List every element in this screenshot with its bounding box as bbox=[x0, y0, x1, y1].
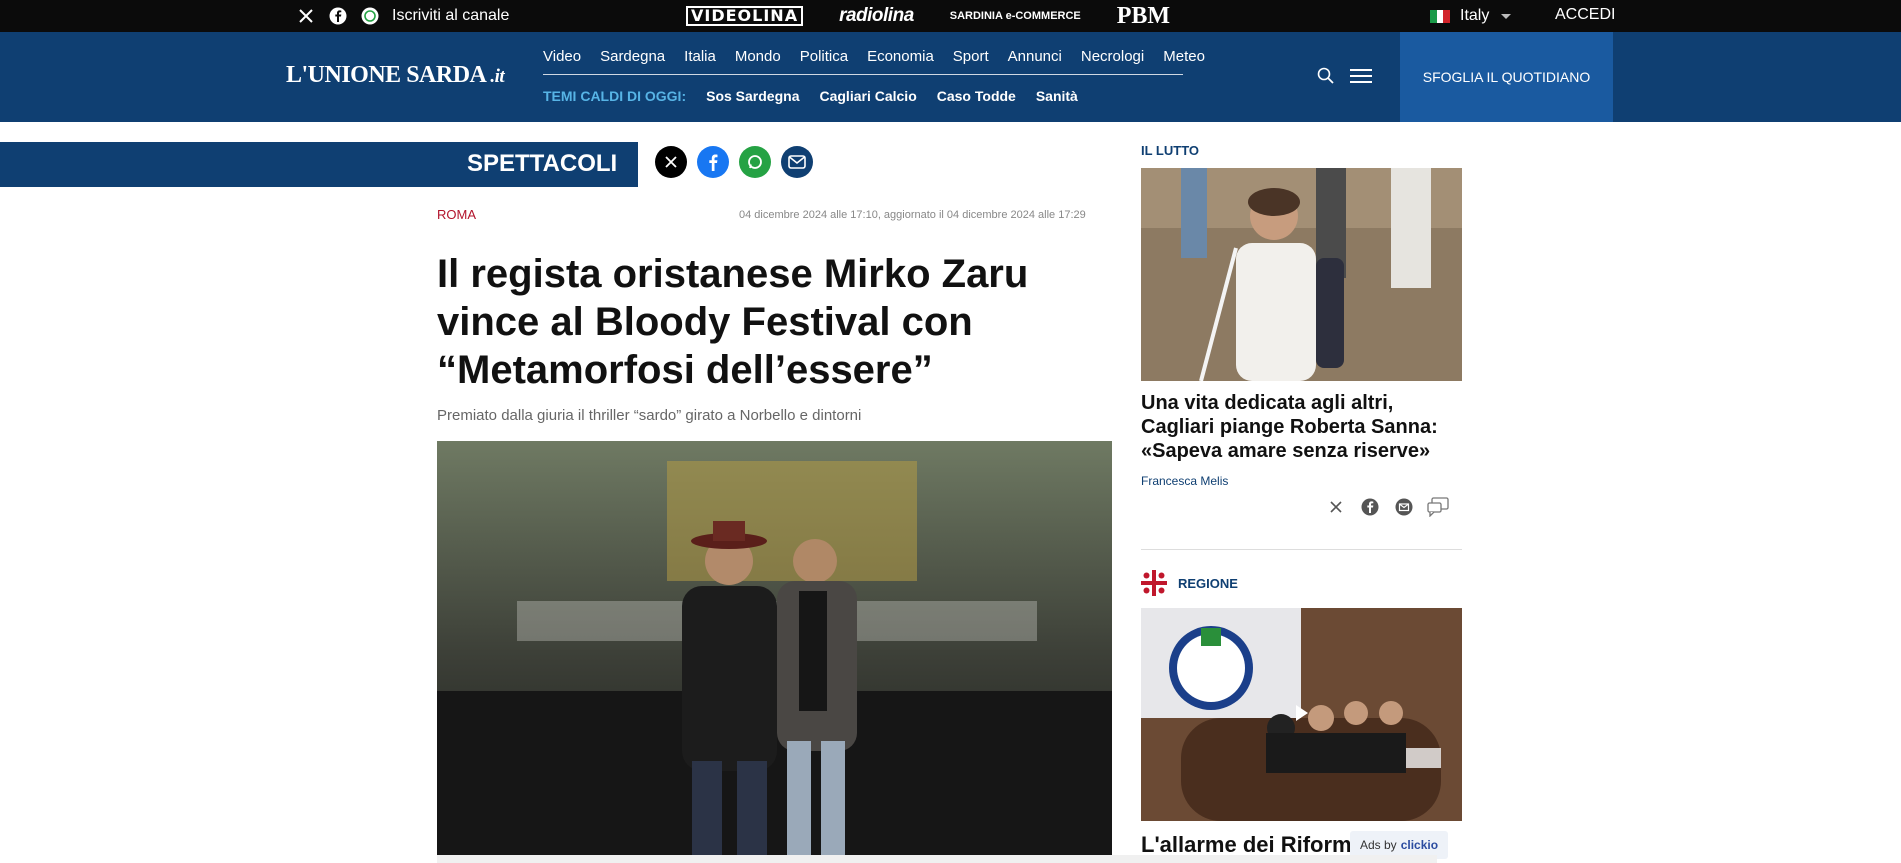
nav-item-sport[interactable]: Sport bbox=[953, 48, 989, 74]
sidebar-card1-share bbox=[1325, 496, 1449, 518]
share-x-icon[interactable] bbox=[655, 146, 687, 178]
share-email-icon[interactable] bbox=[781, 146, 813, 178]
bottom-strip bbox=[437, 855, 1437, 863]
search-icon[interactable] bbox=[1316, 66, 1336, 86]
pbm-logo[interactable]: PBM bbox=[1117, 3, 1170, 30]
share-facebook-icon[interactable] bbox=[697, 146, 729, 178]
hot-topic-caso-todde[interactable]: Caso Todde bbox=[937, 88, 1016, 104]
nav-item-meteo[interactable]: Meteo bbox=[1163, 48, 1205, 74]
login-link[interactable]: ACCEDI bbox=[1555, 6, 1615, 24]
site-logo[interactable]: L'UNIONE SARDA .it bbox=[286, 62, 505, 89]
country-label: Italy bbox=[1460, 7, 1490, 24]
nav-item-italia[interactable]: Italia bbox=[684, 48, 716, 74]
hot-topics-label: TEMI CALDI DI OGGI: bbox=[543, 88, 687, 104]
facebook-icon[interactable] bbox=[328, 6, 348, 26]
italy-flag-icon bbox=[1430, 9, 1451, 23]
brand-links: VIDEOLINA radiolina SARDINIA e-COMMERCE … bbox=[686, 0, 1170, 32]
subscribe-channel-link[interactable]: Iscriviti al canale bbox=[392, 7, 509, 25]
hot-topic-sanita[interactable]: Sanità bbox=[1036, 88, 1078, 104]
country-selector[interactable]: Italy bbox=[1430, 0, 1512, 32]
sidebar-card1-kicker[interactable]: IL LUTTO bbox=[1141, 143, 1199, 158]
radiolina-logo[interactable]: radiolina bbox=[839, 5, 914, 27]
hot-topic-sos-sardegna[interactable]: Sos Sardegna bbox=[706, 88, 799, 104]
whatsapp-icon[interactable] bbox=[360, 6, 380, 26]
hot-topic-cagliari-calcio[interactable]: Cagliari Calcio bbox=[819, 88, 916, 104]
share-facebook-icon[interactable] bbox=[1359, 496, 1381, 518]
chevron-down-icon bbox=[1501, 13, 1512, 19]
share-email-icon[interactable] bbox=[1393, 496, 1415, 518]
main-nav: Video Sardegna Italia Mondo Politica Eco… bbox=[543, 48, 1205, 75]
share-x-icon[interactable] bbox=[1325, 496, 1347, 518]
ads-label: Ads by bbox=[1360, 838, 1397, 852]
nav-item-mondo[interactable]: Mondo bbox=[735, 48, 781, 74]
top-bar: Iscriviti al canale VIDEOLINA radiolina … bbox=[0, 0, 1901, 32]
logo-text: L'UNIONE SARDA bbox=[286, 62, 487, 88]
browse-newspaper-button[interactable]: SFOGLIA IL QUOTIDIANO bbox=[1400, 32, 1613, 122]
sidebar-card1-image[interactable] bbox=[1141, 168, 1462, 381]
sidebar-divider bbox=[1141, 549, 1462, 550]
comments-icon[interactable] bbox=[1427, 496, 1449, 518]
sidebar-card1-title[interactable]: Una vita dedicata agli altri, Cagliari p… bbox=[1141, 391, 1462, 463]
x-icon[interactable] bbox=[296, 6, 316, 26]
nav-item-economia[interactable]: Economia bbox=[867, 48, 934, 74]
social-links: Iscriviti al canale bbox=[296, 0, 509, 32]
hamburger-menu-icon[interactable] bbox=[1350, 68, 1372, 84]
sardinia-flag-icon bbox=[1141, 570, 1167, 596]
videolina-logo[interactable]: VIDEOLINA bbox=[686, 6, 804, 26]
hot-topics: TEMI CALDI DI OGGI: Sos Sardegna Cagliar… bbox=[543, 88, 1098, 104]
sidebar-card1-author[interactable]: Francesca Melis bbox=[1141, 474, 1228, 488]
nav-item-necrologi[interactable]: Necrologi bbox=[1081, 48, 1144, 74]
article-subtitle: Premiato dalla giuria il thriller “sardo… bbox=[437, 407, 862, 424]
sidebar-card2-video-thumbnail[interactable] bbox=[1141, 608, 1462, 821]
section-title[interactable]: SPETTACOLI bbox=[467, 150, 617, 178]
nav-item-politica[interactable]: Politica bbox=[800, 48, 848, 74]
share-whatsapp-icon[interactable] bbox=[739, 146, 771, 178]
sardinia-ecommerce-logo[interactable]: SARDINIA e-COMMERCE bbox=[950, 10, 1081, 22]
article-location[interactable]: ROMA bbox=[437, 207, 476, 222]
article-dates: 04 dicembre 2024 alle 17:10, aggiornato … bbox=[739, 209, 1086, 221]
nav-item-sardegna[interactable]: Sardegna bbox=[600, 48, 665, 74]
logo-suffix: .it bbox=[490, 66, 505, 87]
nav-item-annunci[interactable]: Annunci bbox=[1008, 48, 1062, 74]
article-title: Il regista oristanese Mirko Zaru vince a… bbox=[437, 252, 1029, 392]
nav-item-video[interactable]: Video bbox=[543, 48, 581, 74]
article-hero-image bbox=[437, 441, 1112, 863]
ads-brand: clickio bbox=[1400, 838, 1439, 852]
share-buttons bbox=[655, 146, 813, 178]
main-header: L'UNIONE SARDA .it Video Sardegna Italia … bbox=[0, 32, 1901, 122]
sidebar-card2-kicker[interactable]: REGIONE bbox=[1178, 576, 1238, 591]
